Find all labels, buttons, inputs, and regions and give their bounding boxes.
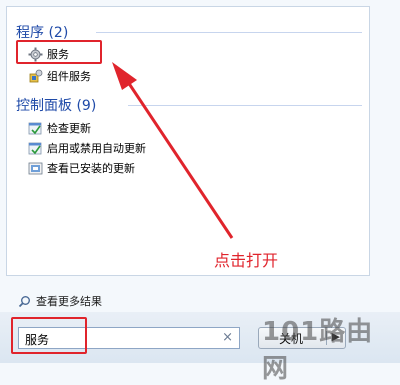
annotation-text: 点击打开 [214, 251, 279, 270]
clear-search-icon[interactable]: × [222, 330, 233, 345]
see-more-results-link[interactable]: 查看更多结果 [18, 293, 102, 309]
highlight-box-search [11, 317, 87, 354]
search-icon [18, 295, 33, 308]
see-more-results-label: 查看更多结果 [36, 295, 102, 308]
watermark: 101路由网 [262, 317, 374, 384]
